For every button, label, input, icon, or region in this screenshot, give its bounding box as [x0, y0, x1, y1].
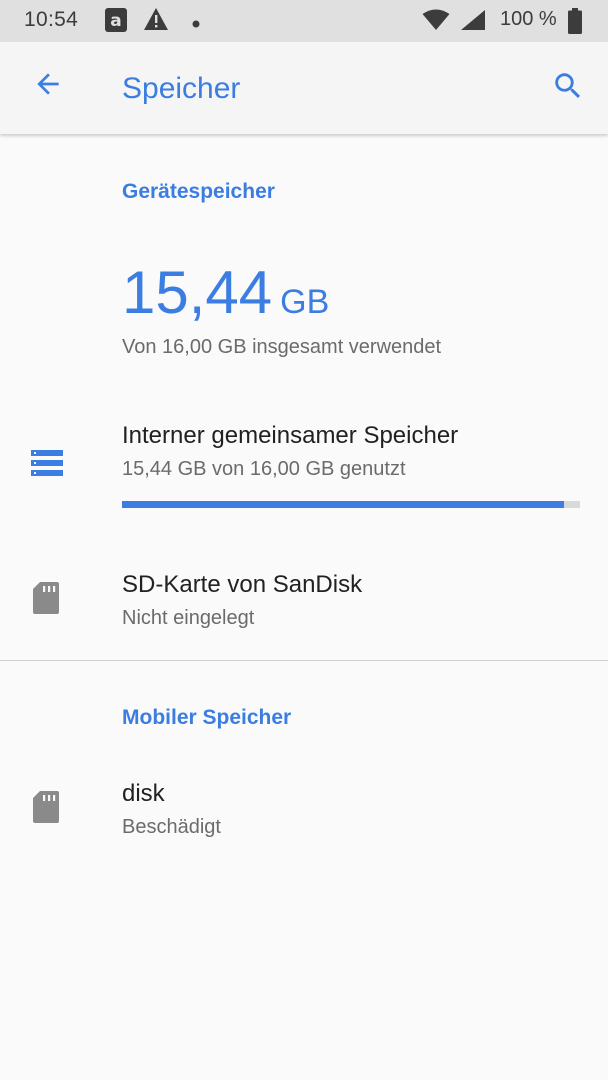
wifi-icon — [422, 9, 450, 36]
page-title: Speicher — [122, 72, 241, 105]
internal-storage-title: Interner gemeinsamer Speicher — [122, 422, 459, 449]
storage-used-total: 15,44 GB — [122, 258, 329, 327]
notification-dot-icon — [192, 15, 200, 33]
storage-summary: Von 16,00 GB insgesamt verwendet — [122, 336, 442, 358]
internal-storage-subtitle: 15,44 GB von 16,00 GB genutzt — [122, 458, 406, 480]
svg-text:a: a — [110, 11, 121, 31]
arrow-back-icon — [32, 68, 64, 105]
section-device-storage: Gerätespeicher — [122, 180, 275, 203]
status-time: 10:54 — [24, 8, 79, 31]
section-divider — [0, 660, 608, 661]
internal-storage-progress — [122, 501, 580, 508]
section-portable-storage: Mobiler Speicher — [122, 706, 292, 729]
disk-title: disk — [122, 780, 165, 807]
warning-icon — [143, 7, 169, 36]
storage-icon — [30, 448, 64, 484]
sd-card-title: SD-Karte von SanDisk — [122, 571, 363, 598]
search-button[interactable] — [544, 64, 592, 112]
app-bar: Speicher — [0, 42, 608, 134]
search-icon — [551, 69, 585, 108]
back-button[interactable] — [26, 64, 70, 108]
battery-icon — [568, 8, 582, 39]
storage-used-unit: GB — [280, 283, 330, 321]
sd-card-icon — [30, 790, 64, 826]
internal-storage-progress-fill — [122, 501, 564, 508]
disk-subtitle: Beschädigt — [122, 816, 221, 838]
sd-card-icon — [30, 581, 64, 617]
cellular-signal-icon — [460, 9, 486, 36]
amazon-app-icon: a — [104, 7, 128, 38]
sd-card-subtitle: Nicht eingelegt — [122, 607, 255, 629]
battery-percentage: 100 % — [500, 8, 557, 30]
storage-used-value: 15,44 — [122, 259, 273, 326]
status-bar: 10:54 a 100 % — [0, 0, 608, 42]
